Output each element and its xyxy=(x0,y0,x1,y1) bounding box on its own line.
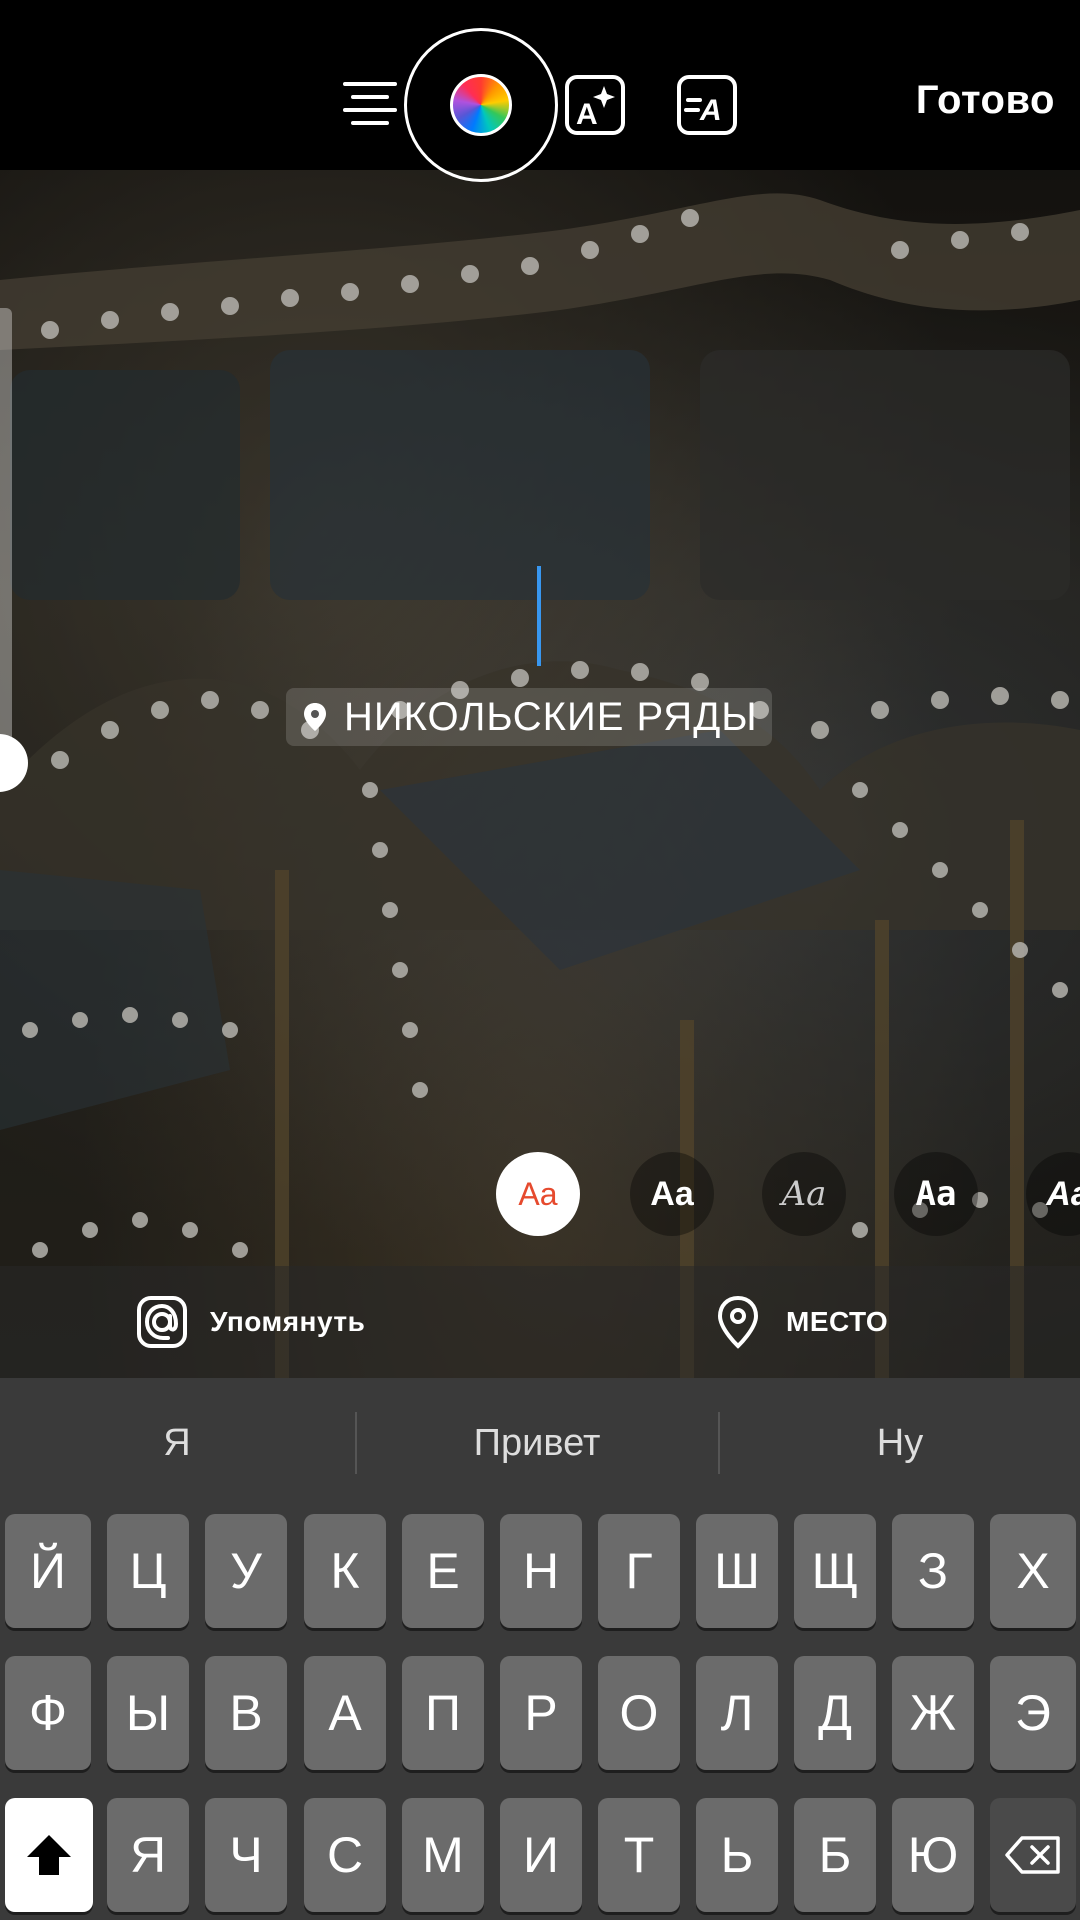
font-style-option[interactable]: Aa xyxy=(496,1152,580,1236)
key[interactable]: Ь xyxy=(696,1798,778,1912)
font-style-option[interactable]: Aa xyxy=(894,1152,978,1236)
key[interactable]: А xyxy=(304,1656,386,1770)
key[interactable]: Ч xyxy=(205,1798,287,1912)
key[interactable]: Р xyxy=(500,1656,582,1770)
location-label: МЕСТО xyxy=(786,1306,889,1337)
key[interactable]: С xyxy=(304,1798,386,1912)
key[interactable]: Д xyxy=(794,1656,876,1770)
text-animate-icon[interactable]: A xyxy=(676,74,738,136)
mention-label: Упомянуть xyxy=(210,1306,366,1337)
font-style-option[interactable]: Aa xyxy=(630,1152,714,1236)
font-style-selector: Aa Aa Aa Aa Aa xyxy=(0,1150,1080,1240)
shift-key[interactable] xyxy=(5,1798,93,1912)
backspace-icon xyxy=(1005,1836,1060,1874)
key[interactable]: О xyxy=(598,1656,680,1770)
key[interactable]: Г xyxy=(598,1514,680,1628)
suggestion-item[interactable]: Привет xyxy=(357,1408,717,1478)
mention-button[interactable]: Упомянуть xyxy=(136,1294,365,1350)
key[interactable]: Л xyxy=(696,1656,778,1770)
key[interactable]: М xyxy=(402,1798,484,1912)
key[interactable]: Ы xyxy=(107,1656,189,1770)
location-pin-icon xyxy=(717,1295,759,1349)
suggestion-bar: Я Привет Ну xyxy=(0,1378,1080,1514)
text-cursor xyxy=(537,566,541,666)
done-button[interactable]: Готово xyxy=(916,78,1055,123)
key[interactable]: Б xyxy=(794,1798,876,1912)
delete-key[interactable] xyxy=(990,1798,1076,1912)
text-effect-icon[interactable]: A xyxy=(564,74,626,136)
key[interactable]: Т xyxy=(598,1798,680,1912)
key[interactable]: Ц xyxy=(107,1514,189,1628)
text-tool-toolbar: A A Готово xyxy=(0,0,1080,210)
suggestion-item[interactable]: Я xyxy=(0,1408,354,1478)
suggestion-item[interactable]: Ну xyxy=(720,1408,1080,1478)
key[interactable]: Ш xyxy=(696,1514,778,1628)
key[interactable]: Ю xyxy=(892,1798,974,1912)
svg-text:A: A xyxy=(576,98,598,131)
key[interactable]: П xyxy=(402,1656,484,1770)
key[interactable]: Й xyxy=(5,1514,91,1628)
font-style-option[interactable]: Aa xyxy=(1026,1152,1080,1236)
location-button[interactable]: МЕСТО xyxy=(712,1294,888,1350)
key[interactable]: И xyxy=(500,1798,582,1912)
key[interactable]: Э xyxy=(990,1656,1076,1770)
key[interactable]: Щ xyxy=(794,1514,876,1628)
key[interactable]: З xyxy=(892,1514,974,1628)
text-size-slider[interactable] xyxy=(0,308,12,768)
location-pin-icon xyxy=(304,703,326,731)
font-style-option[interactable]: Aa xyxy=(762,1152,846,1236)
align-center-icon[interactable] xyxy=(340,74,400,134)
key[interactable]: Е xyxy=(402,1514,484,1628)
keyboard: Я Привет Ну Й Ц У К Е Н Г Ш Щ З Х Ф Ы В … xyxy=(0,1378,1080,1920)
color-wheel-icon xyxy=(450,74,512,136)
location-sticker-text: НИКОЛЬСКИЕ РЯДЫ xyxy=(344,694,758,739)
key[interactable]: Х xyxy=(990,1514,1076,1628)
key[interactable]: В xyxy=(205,1656,287,1770)
key[interactable]: Я xyxy=(107,1798,189,1912)
key[interactable]: Н xyxy=(500,1514,582,1628)
key[interactable]: Ж xyxy=(892,1656,974,1770)
shift-arrow-icon xyxy=(27,1835,71,1875)
key[interactable]: Ф xyxy=(5,1656,91,1770)
location-sticker[interactable]: НИКОЛЬСКИЕ РЯДЫ xyxy=(286,688,772,746)
sticker-action-bar: Упомянуть МЕСТО xyxy=(0,1266,1080,1378)
color-picker-button[interactable] xyxy=(404,28,558,182)
key[interactable]: У xyxy=(205,1514,287,1628)
key[interactable]: К xyxy=(304,1514,386,1628)
at-sign-icon xyxy=(137,1296,187,1348)
svg-text:A: A xyxy=(699,94,722,127)
